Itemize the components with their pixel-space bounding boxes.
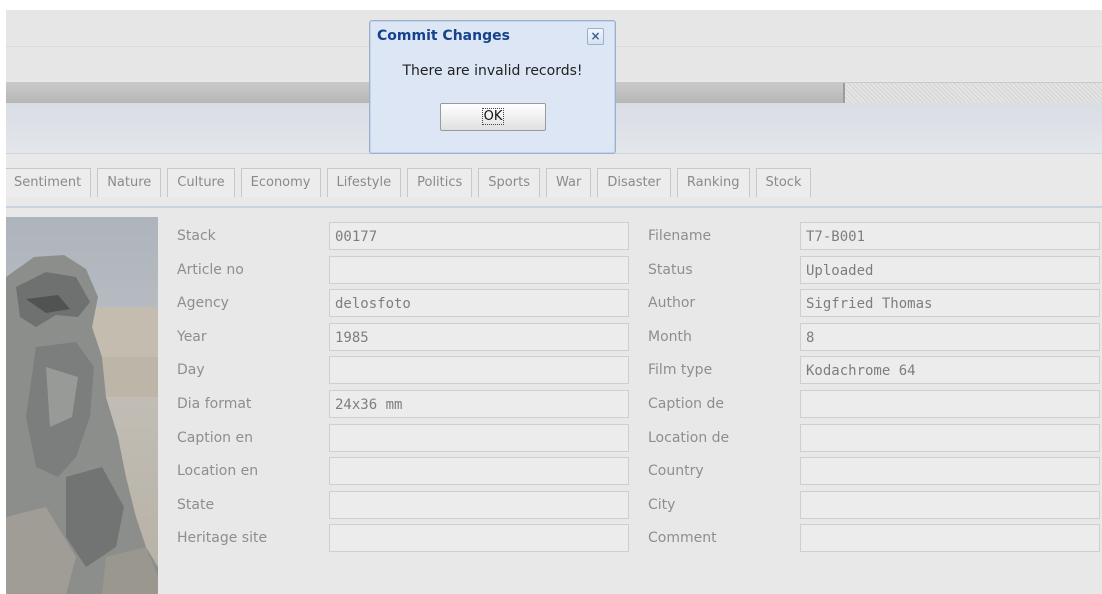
field-input-article-no[interactable] [329, 255, 629, 284]
tab-culture[interactable]: Culture [167, 168, 235, 197]
field-label-city: City [648, 496, 676, 513]
field-input-heritage-site[interactable] [329, 524, 629, 553]
category-tab-strip: Sentiment Nature Culture Economy Lifestyle Po… [6, 154, 1102, 208]
tab-lifestyle[interactable]: Lifestyle [326, 168, 402, 197]
tab-disaster[interactable]: Disaster [597, 168, 671, 197]
field-label-caption-en: Caption en [177, 429, 253, 446]
field-label-author: Author [648, 295, 696, 312]
field-label-state: State [177, 496, 215, 513]
field-label-film-type: Film type [648, 362, 713, 379]
tab-stock[interactable]: Stock [755, 168, 812, 197]
field-input-author[interactable]: Sigfried Thomas [800, 289, 1100, 318]
field-input-month[interactable]: 8 [800, 322, 1100, 351]
field-input-film-type[interactable]: Kodachrome 64 [800, 356, 1100, 385]
photo-preview [6, 217, 158, 594]
field-input-stack[interactable]: 00177 [329, 222, 629, 250]
field-input-comment[interactable] [800, 524, 1100, 553]
field-label-agency: Agency [177, 295, 229, 312]
dialog-title: Commit Changes [377, 28, 510, 44]
field-label-day: Day [177, 362, 205, 379]
ok-button[interactable]: OK [440, 103, 546, 131]
field-input-dia-format[interactable]: 24x36 mm [329, 390, 629, 418]
statue-photo-icon [6, 255, 158, 594]
field-input-country[interactable] [800, 457, 1100, 486]
close-icon[interactable]: × [587, 28, 604, 45]
field-input-state[interactable] [329, 490, 629, 519]
field-label-comment: Comment [648, 530, 717, 547]
field-input-city[interactable] [800, 490, 1100, 519]
field-input-status[interactable]: Uploaded [800, 255, 1100, 284]
field-label-location-de: Location de [648, 429, 730, 446]
tab-economy[interactable]: Economy [240, 168, 321, 197]
tab-nature[interactable]: Nature [97, 168, 162, 197]
field-label-filename: Filename [648, 228, 712, 244]
field-input-filename[interactable]: T7-B001 [800, 222, 1100, 250]
field-label-status: Status [648, 261, 693, 278]
tab-politics[interactable]: Politics [407, 168, 473, 197]
ok-button-label: OK [481, 108, 505, 125]
tab-sports[interactable]: Sports [478, 168, 540, 197]
field-label-year: Year [177, 328, 207, 345]
field-label-month: Month [648, 328, 692, 345]
field-label-location-en: Location en [177, 463, 259, 480]
field-label-country: Country [648, 463, 704, 480]
field-label-heritage-site: Heritage site [177, 530, 268, 547]
commit-changes-dialog: Commit Changes × There are invalid recor… [369, 20, 616, 154]
tab-list: Sentiment Nature Culture Economy Lifestyle Po… [6, 168, 817, 198]
field-input-location-en[interactable] [329, 457, 629, 486]
dialog-message: There are invalid records! [402, 63, 583, 79]
tab-ranking[interactable]: Ranking [676, 168, 750, 197]
field-input-caption-en[interactable] [329, 423, 629, 452]
field-input-location-de[interactable] [800, 423, 1100, 452]
tab-war[interactable]: War [545, 168, 592, 197]
field-label-dia-format: Dia format [177, 396, 252, 412]
field-label-stack: Stack [177, 228, 216, 244]
tab-sentiment[interactable]: Sentiment [6, 168, 92, 197]
field-input-agency[interactable]: delosfoto [329, 289, 629, 318]
field-label-caption-de: Caption de [648, 396, 725, 412]
field-input-year[interactable]: 1985 [329, 322, 629, 351]
field-input-day[interactable] [329, 356, 629, 385]
field-label-article-no: Article no [177, 261, 244, 278]
field-input-caption-de[interactable] [800, 390, 1100, 418]
